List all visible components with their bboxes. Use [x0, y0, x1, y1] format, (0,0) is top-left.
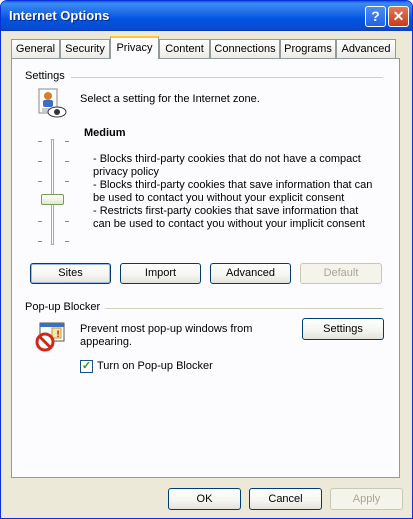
default-button[interactable]: Default: [300, 263, 382, 284]
tab-privacy[interactable]: Privacy: [110, 36, 159, 59]
tab-general[interactable]: General: [11, 39, 60, 58]
privacy-slider-track[interactable]: [51, 139, 54, 245]
sites-button[interactable]: Sites: [30, 263, 111, 284]
popup-divider: [105, 308, 383, 309]
settings-divider: [71, 77, 383, 78]
privacy-bullet-line: be used to contact you without your expl…: [93, 192, 345, 204]
settings-description: Select a setting for the Internet zone.: [80, 93, 260, 105]
window-title: Internet Options: [9, 8, 110, 23]
popup-description-line: appearing.: [80, 336, 132, 348]
popup-settings-button[interactable]: Settings: [302, 318, 384, 340]
privacy-bullet-line: can be used to contact you without your …: [93, 218, 366, 230]
privacy-slider-thumb[interactable]: [41, 194, 64, 205]
privacy-zone-icon: [35, 88, 69, 120]
settings-group-label: Settings: [25, 70, 65, 82]
privacy-bullet-line: privacy policy: [93, 166, 160, 178]
privacy-bullet-line: - Restricts first-party cookies that sav…: [93, 205, 359, 217]
internet-options-window: Internet Options ? ✕ General Security Pr…: [0, 0, 413, 519]
help-button[interactable]: ?: [365, 6, 386, 27]
cancel-button[interactable]: Cancel: [249, 488, 322, 510]
import-button[interactable]: Import: [120, 263, 201, 284]
privacy-bullet-line: - Blocks third-party cookies that do not…: [93, 153, 361, 165]
popup-blocker-icon: !: [34, 320, 68, 352]
privacy-bullet-line: - Blocks third-party cookies that save i…: [93, 179, 373, 191]
tab-advanced[interactable]: Advanced: [336, 39, 396, 58]
close-button[interactable]: ✕: [388, 6, 409, 27]
tab-programs[interactable]: Programs: [280, 39, 336, 58]
popup-group-label: Pop-up Blocker: [25, 301, 101, 313]
popup-blocker-checkbox-label[interactable]: Turn on Pop-up Blocker: [97, 360, 213, 373]
popup-description-line: Prevent most pop-up windows from: [80, 323, 253, 335]
svg-text:!: !: [56, 330, 60, 340]
tab-security[interactable]: Security: [60, 39, 110, 58]
title-bar[interactable]: Internet Options ? ✕: [1, 1, 412, 31]
tab-connections[interactable]: Connections: [210, 39, 280, 58]
tab-content[interactable]: Content: [159, 39, 210, 58]
ok-button[interactable]: OK: [168, 488, 241, 510]
advanced-button[interactable]: Advanced: [210, 263, 291, 284]
privacy-level-title: Medium: [84, 127, 126, 139]
popup-blocker-checkbox[interactable]: ✓: [80, 360, 93, 373]
apply-button[interactable]: Apply: [330, 488, 403, 510]
